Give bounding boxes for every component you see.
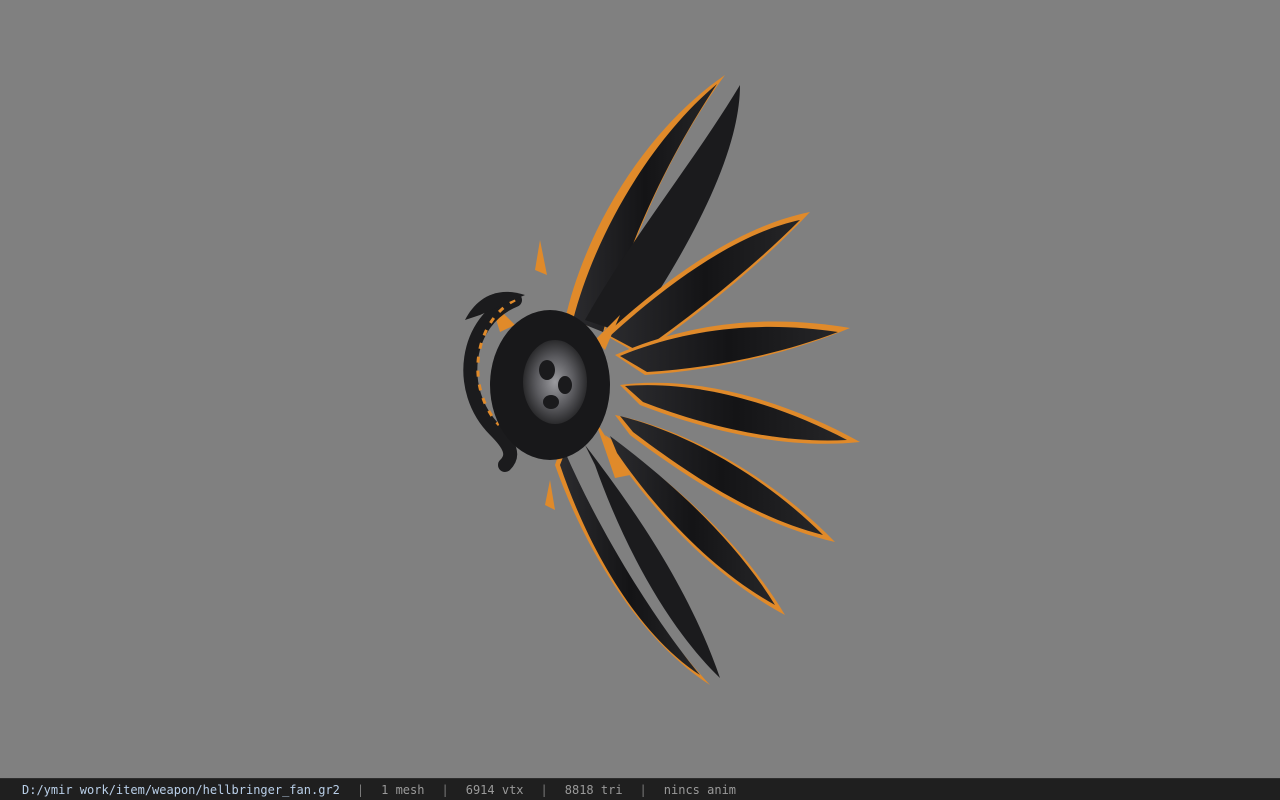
mesh-count: 1 mesh xyxy=(381,782,425,797)
weapon-model-fan xyxy=(463,75,860,685)
separator: | xyxy=(639,782,647,797)
triangle-count: 8818 tri xyxy=(564,782,623,797)
animation-status: nincs anim xyxy=(663,782,737,797)
fan-hub xyxy=(490,310,610,460)
status-bar: D:/ymir work/item/weapon/hellbringer_fan… xyxy=(0,778,1280,800)
separator: | xyxy=(441,782,449,797)
separator: | xyxy=(540,782,548,797)
vertex-count: 6914 vtx xyxy=(465,782,524,797)
3d-viewport[interactable] xyxy=(0,0,1280,778)
separator: | xyxy=(356,782,365,797)
file-path: D:/ymir work/item/weapon/hellbringer_fan… xyxy=(22,782,340,797)
